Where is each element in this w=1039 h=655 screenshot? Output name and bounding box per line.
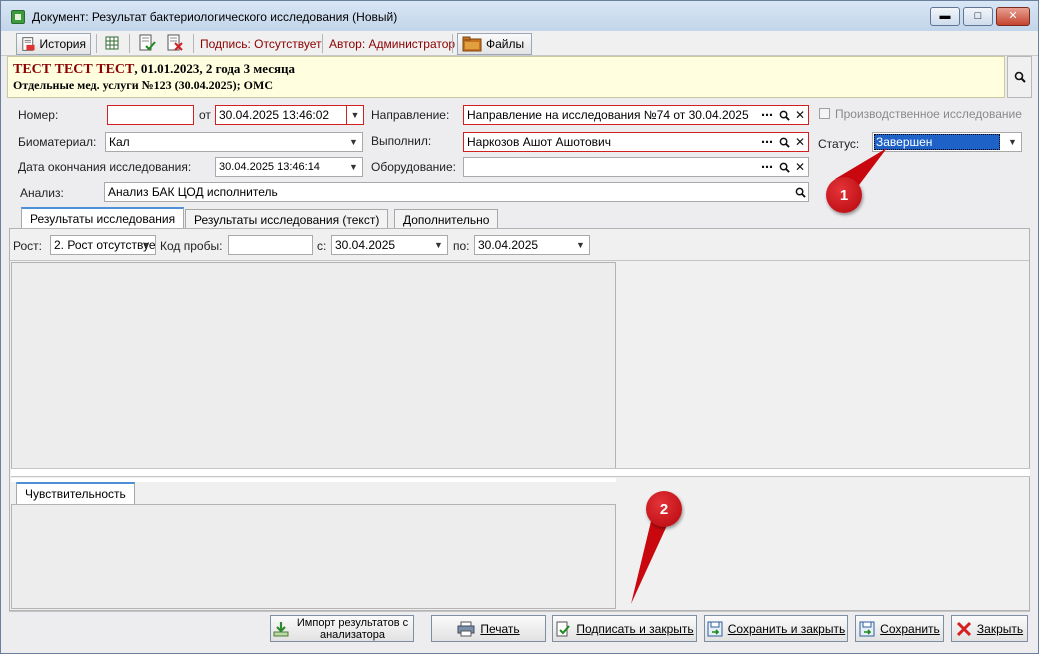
annotation-overlay xyxy=(631,148,887,604)
annotation-badge-1: 1 xyxy=(826,177,862,213)
annotation-badge-2: 2 xyxy=(646,491,682,527)
document-window: Документ: Результат бактериологического … xyxy=(0,0,1039,654)
